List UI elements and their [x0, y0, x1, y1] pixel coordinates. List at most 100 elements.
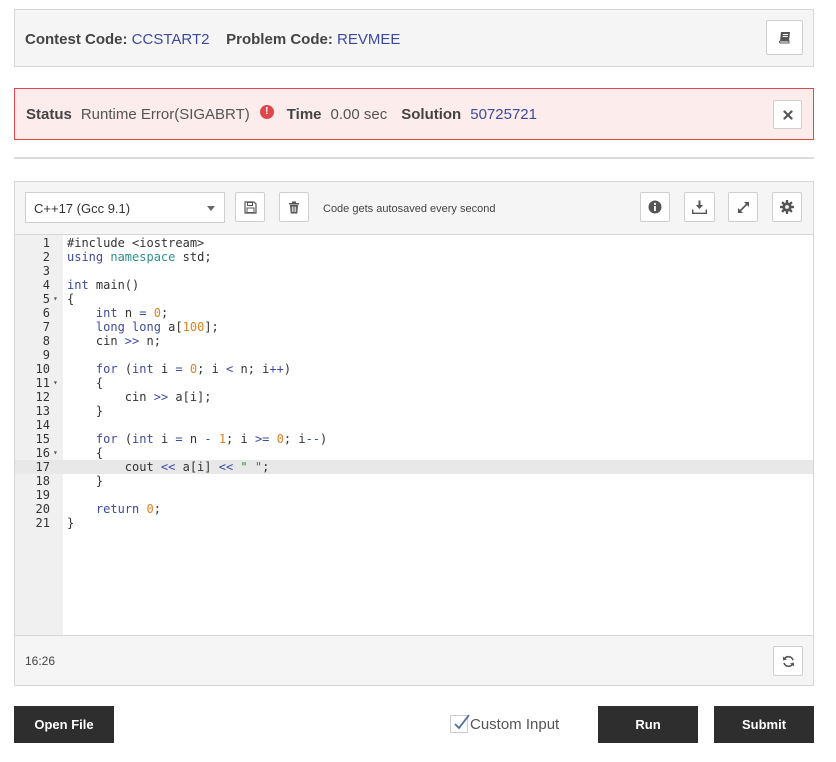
code-line[interactable]: 11 ▾ {: [15, 376, 813, 390]
code-line[interactable]: 21}: [15, 516, 813, 530]
code-line[interactable]: 14: [15, 418, 813, 432]
code-line[interactable]: 18 }: [15, 474, 813, 488]
code-text: {: [67, 376, 104, 390]
fold-toggle-icon[interactable]: ▾: [53, 446, 58, 460]
submit-button[interactable]: Submit: [714, 706, 814, 743]
status-label: Status: [26, 106, 72, 123]
line-number: 7: [42, 320, 50, 334]
code-line[interactable]: 16 ▾ {: [15, 446, 813, 460]
code-line[interactable]: 2 using namespace std;: [15, 250, 813, 264]
delete-button[interactable]: [279, 192, 309, 222]
settings-button[interactable]: [772, 192, 802, 222]
status-value: Runtime Error(SIGABRT): [80, 106, 250, 123]
close-status-button[interactable]: [773, 100, 802, 129]
code-line[interactable]: 8 cin >> n;: [15, 334, 813, 348]
code-text: int main(): [67, 278, 140, 292]
exclamation-circle-icon: !: [259, 104, 274, 119]
line-number: 20: [35, 502, 50, 516]
info-icon: [648, 200, 662, 214]
fullscreen-button[interactable]: [728, 192, 758, 222]
code-line[interactable]: 20 return 0;: [15, 502, 813, 516]
code-line[interactable]: 10 for (int i = 0; i < n; i++): [15, 362, 813, 376]
line-number: 19: [35, 488, 50, 502]
code-text: }: [67, 474, 104, 488]
code-line[interactable]: 12 cin >> a[i];: [15, 390, 813, 404]
cursor-position: 16:26: [25, 654, 56, 668]
line-number: 15: [35, 432, 50, 446]
line-number: 10: [35, 362, 50, 376]
problem-info-panel: Contest Code: CCSTART2 Problem Code: REV…: [14, 9, 814, 67]
gear-icon: [780, 200, 794, 214]
line-number: 21: [35, 516, 50, 530]
problem-code-value[interactable]: REVMEE: [337, 31, 400, 48]
code-text: #include <iostream>: [67, 236, 205, 250]
line-number: 4: [42, 278, 50, 292]
problem-info-text: Contest Code: CCSTART2 Problem Code: REV…: [25, 31, 400, 48]
code-line[interactable]: 17 cout << a[i] << " ";: [15, 460, 813, 474]
code-text: cout << a[i] << " ";: [67, 460, 270, 474]
chevron-down-icon: [207, 206, 215, 211]
code-text: using namespace std;: [67, 250, 212, 264]
line-number: 2: [42, 250, 50, 264]
code-line[interactable]: 9: [15, 348, 813, 362]
code-line[interactable]: 6 int n = 0;: [15, 306, 813, 320]
editor-status-bar: 16:26: [15, 635, 813, 685]
reset-code-button[interactable]: [773, 646, 803, 676]
code-text: cin >> a[i];: [67, 390, 212, 404]
download-button[interactable]: [684, 192, 715, 222]
contest-code-value[interactable]: CCSTART2: [132, 31, 210, 48]
language-select[interactable]: C++17 (Gcc 9.1): [25, 192, 225, 223]
trash-icon: [289, 201, 299, 213]
divider: [14, 157, 814, 159]
code-text: }: [67, 404, 104, 418]
code-text: long long a[100];: [95, 320, 219, 334]
code-text: {: [67, 446, 104, 460]
open-file-button[interactable]: Open File: [14, 706, 114, 743]
line-number: 6: [42, 306, 50, 320]
status-line: Status Runtime Error(SIGABRT) ! Time 0.0…: [26, 104, 537, 123]
code-line[interactable]: 15 for (int i = n - 1; i >= 0; i--): [15, 432, 813, 446]
autosave-notice: Code gets autosaved every second: [323, 203, 496, 215]
language-select-value: C++17 (Gcc 9.1): [34, 201, 131, 216]
code-editor-panel: C++17 (Gcc 9.1) Code gets autosaved ever…: [14, 181, 814, 686]
custom-input-checkbox[interactable]: [450, 714, 470, 733]
code-line[interactable]: 1 #include <iostream>: [15, 236, 813, 250]
custom-input-toggle[interactable]: Custom Input: [450, 714, 560, 733]
code-lines: 1 #include <iostream> 2 using namespace std…: [15, 236, 813, 530]
code-text: cin >> n;: [67, 334, 161, 348]
code-line[interactable]: 7 long long a[100];: [15, 320, 813, 334]
problem-statement-button[interactable]: [766, 20, 803, 55]
info-button[interactable]: [640, 192, 670, 222]
line-number: 5: [42, 292, 50, 306]
code-line[interactable]: 5 ▾ {: [15, 292, 813, 306]
line-number: 14: [35, 418, 50, 432]
code-line[interactable]: 4 int main(): [15, 278, 813, 292]
line-number: 8: [42, 334, 50, 348]
editor-toolbar: C++17 (Gcc 9.1) Code gets autosaved ever…: [15, 182, 813, 235]
solution-link[interactable]: 50725721: [470, 106, 537, 123]
fold-toggle-icon[interactable]: ▾: [53, 292, 58, 306]
refresh-icon: [782, 655, 794, 667]
code-line[interactable]: 13 }: [15, 404, 813, 418]
custom-input-label: Custom Input: [470, 715, 560, 733]
line-number: 18: [35, 474, 50, 488]
code-line[interactable]: 19: [15, 488, 813, 502]
code-text: return 0;: [95, 502, 161, 516]
code-line[interactable]: 3: [15, 264, 813, 278]
run-button[interactable]: Run: [598, 706, 698, 743]
save-button[interactable]: [235, 192, 265, 222]
fold-toggle-icon[interactable]: ▾: [53, 376, 58, 390]
contest-code-label: Contest Code:: [25, 31, 128, 48]
save-icon: [243, 200, 257, 214]
solution-label: Solution: [401, 106, 462, 123]
line-number: 11: [35, 376, 50, 390]
fullscreen-icon: [737, 201, 749, 213]
book-icon: [778, 31, 790, 43]
line-number: 1: [42, 236, 50, 250]
close-icon: [782, 109, 793, 120]
time-value: 0.00 sec: [330, 106, 388, 123]
code-area[interactable]: 1 #include <iostream> 2 using namespace std…: [15, 235, 813, 635]
line-number: 17: [35, 460, 50, 474]
checkmark-icon: [454, 714, 470, 730]
line-number: 9: [42, 348, 50, 362]
